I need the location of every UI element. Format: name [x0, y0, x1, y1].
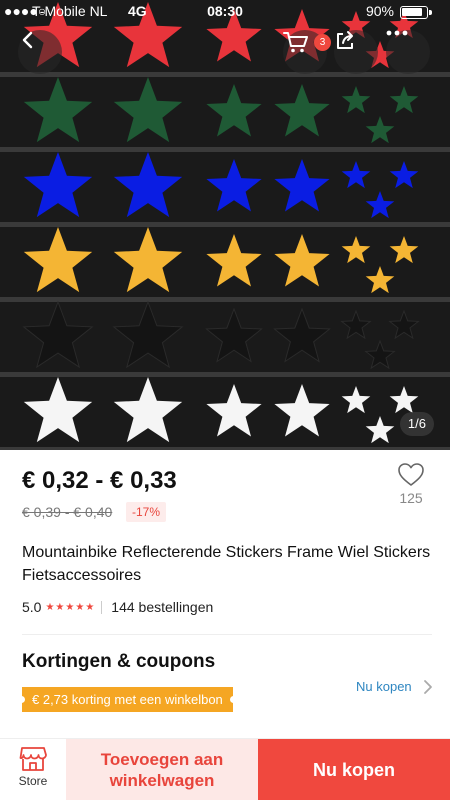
star-sticker [274, 234, 330, 287]
bottom-action-bar: Store Toevoegen aan winkelwagen Nu kopen [0, 738, 450, 800]
star-sticker [113, 77, 183, 143]
original-price: € 0,39 - € 0,40 [22, 504, 113, 520]
rating-stars-icon: ★★★★★ [45, 601, 96, 613]
divider [22, 634, 432, 635]
star-sticker [23, 77, 93, 143]
coupons-section-title: Kortingen & coupons [22, 651, 216, 672]
star-sticker [206, 159, 262, 212]
product-title: Mountainbike Reflecterende Stickers Fram… [22, 544, 431, 584]
rating-row[interactable]: 5.0 ★★★★★ 144 bestellingen [22, 598, 213, 616]
star-sticker [365, 191, 395, 219]
star-sticker [340, 309, 372, 340]
star-sticker [365, 416, 395, 444]
star-sticker [206, 234, 262, 287]
star-sticker [341, 386, 371, 414]
buy-now-button[interactable]: Nu kopen [258, 739, 450, 800]
product-image-gallery[interactable]: ●●●●○ T-Mobile NL 4G 08:30 90% 3 1/6 [0, 0, 450, 450]
star-sticker [113, 227, 183, 293]
star-sticker [341, 161, 371, 189]
star-sticker [389, 86, 419, 114]
star-sticker [206, 384, 262, 437]
image-counter: 1/6 [399, 412, 434, 436]
heart-icon [398, 463, 424, 486]
shelf-divider [0, 447, 450, 450]
star-sticker [23, 152, 93, 218]
discount-badge: -17% [126, 502, 167, 522]
order-count: 144 bestellingen [111, 599, 214, 615]
wishlist-button[interactable]: 125 [390, 462, 432, 506]
store-icon [19, 747, 47, 771]
battery-percent: 90% [365, 3, 394, 19]
product-image [0, 2, 450, 450]
separator [101, 600, 103, 614]
star-sticker [23, 227, 93, 293]
shelf-divider [0, 222, 450, 227]
store-coupon-badge[interactable]: € 2,73 korting met een winkelbon [18, 687, 237, 712]
shelf-divider [0, 72, 450, 77]
star-sticker [364, 339, 396, 370]
star-sticker [113, 152, 183, 218]
star-sticker [206, 84, 262, 137]
chevron-left-icon [22, 31, 33, 49]
store-button[interactable]: Store [0, 739, 66, 800]
buy-now-link[interactable]: Nu kopen [356, 679, 412, 694]
shelf-divider [0, 297, 450, 302]
star-sticker [365, 266, 395, 294]
chevron-right-icon[interactable] [422, 679, 434, 695]
star-sticker [273, 307, 331, 363]
star-sticker [112, 300, 184, 369]
battery-icon [400, 6, 432, 19]
cart-count-badge: 3 [314, 34, 331, 51]
share-button[interactable] [334, 30, 378, 74]
star-sticker [365, 116, 395, 144]
star-sticker [388, 309, 420, 340]
more-options-button[interactable] [386, 30, 430, 74]
star-sticker [205, 307, 263, 363]
cart-icon [283, 32, 308, 53]
store-label: Store [18, 774, 48, 788]
star-sticker [22, 300, 94, 369]
price-range: € 0,32 - € 0,33 [22, 467, 177, 494]
status-bar: ●●●●○ T-Mobile NL 4G 08:30 90% [0, 0, 450, 24]
star-sticker [23, 377, 93, 443]
add-to-cart-button[interactable]: Toevoegen aan winkelwagen [66, 739, 258, 800]
star-sticker [274, 84, 330, 137]
star-sticker [389, 161, 419, 189]
star-sticker [274, 384, 330, 437]
shelf-divider [0, 147, 450, 152]
star-sticker [113, 377, 183, 443]
star-sticker [389, 236, 419, 264]
star-sticker [274, 159, 330, 212]
share-icon [337, 31, 353, 49]
star-sticker [389, 386, 419, 414]
rating-value: 5.0 [22, 599, 42, 615]
shelf-divider [0, 372, 450, 377]
star-sticker [341, 236, 371, 264]
more-dots-icon [386, 30, 408, 36]
star-sticker [341, 86, 371, 114]
wishlist-count: 125 [399, 490, 423, 506]
back-button[interactable] [18, 30, 62, 74]
